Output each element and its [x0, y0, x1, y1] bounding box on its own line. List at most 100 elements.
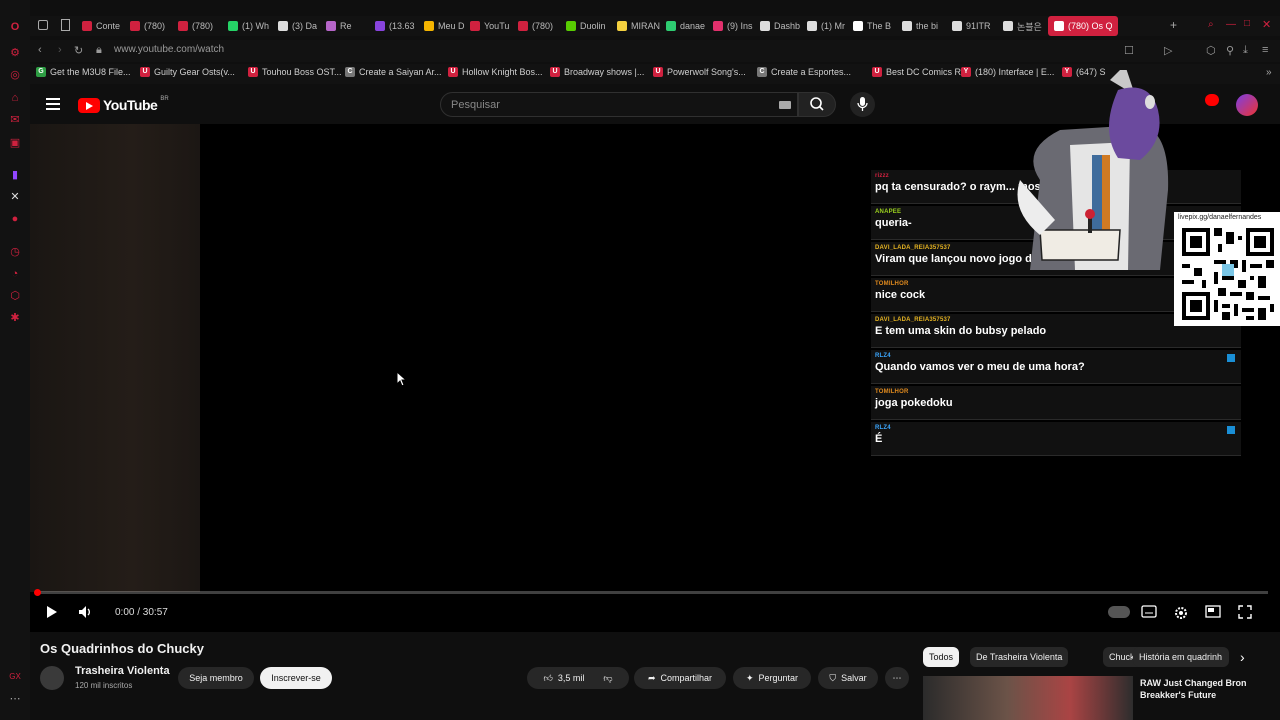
gx-icon[interactable]: GX — [8, 670, 22, 684]
extensions-icon[interactable]: ⬡ — [8, 289, 22, 303]
new-tab-icon[interactable]: + — [1170, 18, 1177, 32]
progress-scrubber[interactable] — [34, 589, 41, 596]
dislike-icon[interactable]: 👎︎ — [603, 673, 612, 684]
tab-item[interactable]: Re — [326, 16, 370, 36]
home-icon[interactable]: ⌂ — [8, 91, 22, 105]
tab-item[interactable]: (13.63 — [375, 16, 419, 36]
ask-button[interactable]: ✦ Perguntar — [733, 667, 811, 689]
avatar[interactable] — [1236, 94, 1258, 116]
recommendation-thumbnail[interactable] — [923, 676, 1133, 720]
keyboard-icon[interactable] — [779, 101, 791, 109]
tab-item[interactable]: danae — [666, 16, 710, 36]
youtube-logo[interactable]: YouTube BR — [78, 96, 169, 113]
bookmark-item[interactable]: C Create a Esportes... — [757, 67, 851, 77]
clock-icon[interactable]: ◔ — [8, 267, 22, 281]
subscribe-button[interactable]: Inscrever-se — [260, 667, 332, 689]
more-icon[interactable]: ⋯ — [8, 692, 22, 706]
settings-icon[interactable]: ⚙ — [8, 46, 22, 60]
tab-item[interactable]: Conte — [82, 16, 126, 36]
mail-icon[interactable]: ✉ — [8, 113, 22, 127]
tab-item[interactable]: Meu D — [424, 16, 468, 36]
tab-item[interactable]: The B — [853, 16, 897, 36]
tab-item[interactable]: (780) Os Q — [1048, 16, 1118, 36]
tab-item[interactable]: (3) Da — [278, 16, 322, 36]
bookmark-item[interactable]: U Guilty Gear Osts(v... — [140, 67, 235, 77]
share-button[interactable]: ➦ Compartilhar — [634, 667, 726, 689]
minimize-icon[interactable]: — — [1226, 19, 1236, 30]
menu-icon[interactable] — [46, 98, 60, 110]
chevron-right-icon[interactable]: › — [1240, 649, 1245, 665]
autoplay-toggle[interactable] — [1108, 606, 1130, 618]
bookmark-item[interactable]: U Hollow Knight Bos... — [448, 67, 543, 77]
opera-logo-icon[interactable]: O — [8, 20, 22, 34]
tab-item[interactable]: the bi — [902, 16, 946, 36]
page-icon[interactable] — [61, 19, 70, 31]
tab-item[interactable]: Duolin — [566, 16, 610, 36]
tab-item[interactable]: MIRAN — [617, 16, 661, 36]
forward-icon[interactable]: › — [58, 44, 62, 56]
bookmark-item[interactable]: U Touhou Boss OST... — [248, 67, 342, 77]
tab-item[interactable]: 논블은 — [1003, 16, 1047, 36]
tab-item[interactable]: (780) — [178, 16, 222, 36]
chip-channel[interactable]: De Trasheira Violenta — [970, 647, 1069, 667]
tab-item[interactable]: (1) Mr — [807, 16, 851, 36]
url-field[interactable]: www.youtube.com/watch — [114, 44, 224, 55]
tab-overview-icon[interactable] — [38, 20, 48, 30]
search-tabs-icon[interactable]: ⌕ — [1208, 19, 1214, 30]
search-button[interactable] — [798, 92, 836, 117]
messenger-icon[interactable]: ▣ — [8, 136, 22, 150]
channel-name[interactable]: Trasheira Violenta — [75, 665, 170, 677]
channel-avatar[interactable] — [40, 666, 64, 690]
like-count[interactable]: 3,5 mil — [558, 673, 585, 683]
tab-item[interactable]: Dashb — [760, 16, 804, 36]
close-icon[interactable]: ✕ — [1262, 18, 1271, 31]
extensions-icon[interactable]: ⬡ — [1206, 44, 1216, 57]
bookmark-item[interactable]: U Best DC Comics R... — [872, 67, 969, 77]
join-button[interactable]: Seja membro — [178, 667, 254, 689]
back-icon[interactable]: ‹ — [38, 44, 42, 56]
x-icon[interactable]: ✕ — [8, 190, 22, 204]
bookmarks-more-icon[interactable]: » — [1266, 67, 1272, 78]
bookmark-item[interactable]: U Powerwolf Song's... — [653, 67, 746, 77]
search-input[interactable]: Pesquisar — [440, 92, 798, 117]
bookmark-item[interactable]: C Create a Saiyan Ar... — [345, 67, 442, 77]
youtube-music-icon[interactable]: ● — [8, 212, 22, 226]
recommendation-title[interactable]: RAW Just Changed Bron Breakker's Future — [1140, 677, 1275, 701]
more-actions-button[interactable]: ⋯ — [885, 667, 909, 689]
tab-item[interactable]: (780) — [130, 16, 174, 36]
chip-all[interactable]: Todos — [923, 647, 960, 667]
tab-label: (1) Mr — [821, 21, 845, 31]
tab-item[interactable]: 91ITR — [952, 16, 996, 36]
progress-bar[interactable] — [38, 591, 1268, 594]
reload-icon[interactable]: ↻ — [74, 44, 83, 57]
miniplayer-button[interactable] — [1205, 605, 1221, 621]
chat-message: TOMILHOR joga pokedoku — [871, 386, 1241, 420]
aria-icon[interactable]: ◎ — [8, 68, 22, 82]
voice-search-button[interactable] — [850, 92, 875, 117]
play-button[interactable] — [46, 605, 58, 622]
subtitles-button[interactable] — [1141, 605, 1157, 621]
tab-item[interactable]: (780) — [518, 16, 562, 36]
notification-badge[interactable] — [1205, 94, 1219, 106]
like-icon[interactable]: 👍︎ — [543, 673, 552, 684]
tab-item[interactable]: YouTu — [470, 16, 514, 36]
settings-button[interactable] — [1173, 605, 1189, 624]
history-icon[interactable]: ◷ — [8, 245, 22, 259]
bookmark-icon[interactable]: ☐ — [1124, 44, 1134, 57]
gear-icon[interactable]: ✱ — [8, 311, 22, 325]
download-icon[interactable]: ⤓ — [1243, 44, 1248, 57]
tab-label: Re — [340, 21, 352, 31]
fullscreen-button[interactable] — [1238, 605, 1252, 622]
bookmark-item[interactable]: G Get the M3U8 File... — [36, 67, 131, 77]
twitch-icon[interactable]: ▮ — [8, 168, 22, 182]
menu-icon[interactable]: ≡ — [1262, 44, 1268, 56]
account-icon[interactable]: ⚲ — [1226, 44, 1234, 57]
maximize-icon[interactable]: □ — [1244, 18, 1250, 29]
save-button[interactable]: ⛉ Salvar — [818, 667, 878, 689]
chip-comics[interactable]: História em quadrinh — [1133, 647, 1229, 667]
tab-item[interactable]: (9) Ins — [713, 16, 757, 36]
tab-item[interactable]: (1) Wh — [228, 16, 272, 36]
player-icon[interactable]: ▷ — [1164, 44, 1172, 57]
bookmark-item[interactable]: U Broadway shows |... — [550, 67, 644, 77]
volume-button[interactable] — [78, 605, 94, 622]
